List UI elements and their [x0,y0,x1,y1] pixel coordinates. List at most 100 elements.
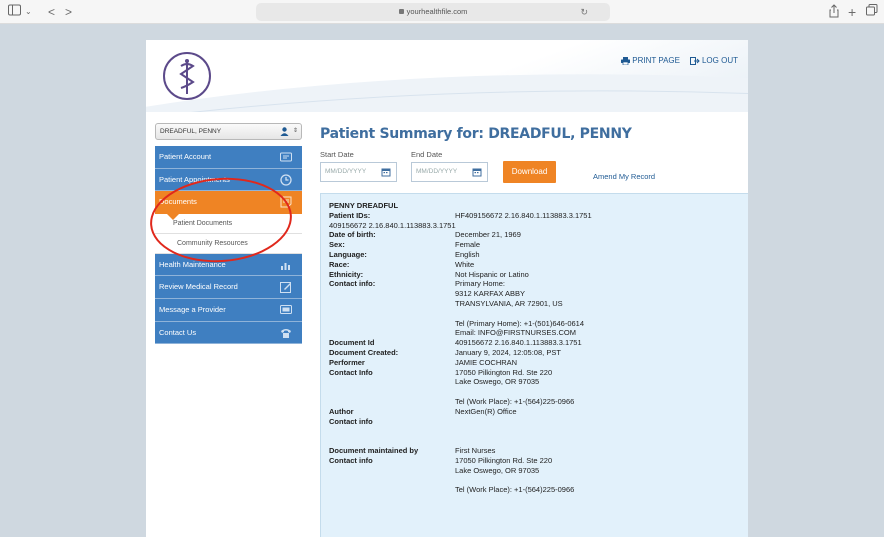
performer-label: Performer [329,357,365,367]
sex-label: Sex: [329,240,345,250]
page-title: Patient Summary for: DREADFUL, PENNY [320,126,632,142]
sidebar-item-label: Message a Provider [159,304,226,314]
maintained-contact-label: Contact info [329,455,373,465]
person-icon [280,127,289,142]
patient-summary-panel: PENNY DREADFUL Patient IDs: HF409156672 2… [320,193,748,537]
dob-value: December 21, 1969 [455,230,521,240]
author-value: NextGen(R) Office [455,406,517,416]
sidebar-item-health-maintenance[interactable]: Health Maintenance [155,253,302,277]
dob-label: Date of birth: [329,230,376,240]
phone-icon [281,328,291,338]
log-out-link[interactable]: LOG OUT [689,56,738,65]
language-label: Language: [329,249,367,259]
contact-line: 9312 KARFAX ABBY [455,289,526,299]
end-date-label: End Date [411,150,443,159]
forward-icon[interactable]: > [65,4,72,20]
calendar-icon[interactable] [381,167,391,177]
caduceus-logo-icon [163,52,211,100]
document-created-value: January 9, 2024, 12:05:08, PST [455,347,561,357]
reload-icon[interactable]: ↻ [580,3,588,21]
sidebar-item-label: Health Maintenance [159,259,226,269]
contact-info-label: Contact info: [329,279,376,289]
edit-icon [280,282,291,294]
monitor-icon [280,304,292,314]
url-text: yourhealthfile.com [406,7,468,16]
download-button[interactable]: Download [503,161,556,183]
browser-toolbar: ⌄ < > yourhealthfile.com ↻ + [0,0,884,24]
sidebar-item-review-medical-record[interactable]: Review Medical Record [155,276,302,299]
ethnicity-value: Not Hispanic or Latino [455,269,529,279]
document-id-value: 409156672 2.16.840.1.113883.3.1751 [455,338,582,348]
sidebar-nav: Patient Account Patient Appointments Doc… [155,146,302,345]
header-banner: PRINT PAGE LOG OUT [146,40,748,112]
clock-icon [280,173,292,186]
race-label: Race: [329,259,350,269]
start-date-placeholder: MM/DD/YYYY [325,168,367,175]
performer-contact-line: Lake Oswego, OR 97035 [455,377,540,387]
header-links: PRINT PAGE LOG OUT [621,56,738,65]
bar-chart-icon [281,262,290,270]
calendar-icon[interactable] [472,167,482,177]
printer-icon [621,56,631,65]
sidebar-item-label: Contact Us [159,327,197,337]
maintained-by-value: First Nurses [455,445,496,455]
patient-ids-continued: 409156672 2.16.840.1.113883.3.1751 [329,220,456,230]
select-arrow-icon: ⇕ [292,128,298,134]
performer-tel: Tel (Work Place): +1-(564)225-0966 [455,396,575,406]
contact-line: Primary Home: [455,279,506,289]
contact-tel: Tel (Primary Home): +1-(501)646-0614 [455,318,585,328]
page-container: PRINT PAGE LOG OUT DREADFUL, PENNY ⇕ Pat… [146,40,748,537]
address-bar[interactable]: yourhealthfile.com ↻ [256,3,610,21]
document-id-label: Document Id [329,338,375,348]
maintained-tel: Tel (Work Place): +1-(564)225-0966 [455,485,575,495]
sidebar-subitem-community-resources[interactable]: Community Resources [155,233,302,254]
patient-ids-label: Patient IDs: [329,210,371,220]
author-label: Author [329,406,354,416]
amend-my-record-link[interactable]: Amend My Record [593,172,655,181]
sidebar-item-label: Patient Account [159,152,212,161]
share-icon[interactable] [829,4,839,20]
sidebar-item-label: Documents [159,197,197,207]
sidebar-item-contact-us[interactable]: Contact Us [155,321,302,345]
patient-select-value: DREADFUL, PENNY [160,128,222,135]
sidebar-item-label: Patient Appointments [159,174,230,184]
patient-ids-value: HF409156672 2.16.840.1.113883.3.1751 [455,210,592,220]
patient-select[interactable]: DREADFUL, PENNY ⇕ [155,123,302,140]
maintained-contact-line: 17050 Pilkington Rd. Ste 220 [455,455,553,465]
language-value: English [455,249,480,259]
document-icon [280,196,292,208]
tabs-overview-icon[interactable] [866,4,878,20]
race-value: White [455,259,475,269]
contact-line: TRANSYLVANIA, AR 72901, US [455,298,563,308]
performer-value: JAMIE COCHRAN [455,357,518,367]
sidebar-toggle-icon[interactable] [8,4,22,20]
sidebar-item-label: Review Medical Record [159,282,238,292]
print-page-link[interactable]: PRINT PAGE [621,56,680,65]
patient-name: PENNY DREADFUL [329,201,399,210]
sidebar-item-patient-appointments[interactable]: Patient Appointments [155,168,302,192]
lock-icon [398,9,404,14]
logout-icon [689,56,700,65]
start-date-input[interactable]: MM/DD/YYYY [320,162,397,182]
start-date-label: Start Date [320,150,354,159]
maintained-contact-line: Lake Oswego, OR 97035 [455,465,540,475]
performer-contact-label: Contact Info [329,367,373,377]
end-date-input[interactable]: MM/DD/YYYY [411,162,488,182]
ethnicity-label: Ethnicity: [329,269,364,279]
chevron-down-icon[interactable]: ⌄ [25,4,32,20]
end-date-placeholder: MM/DD/YYYY [416,168,458,175]
sidebar-item-documents[interactable]: Documents [155,191,302,220]
log-out-label: LOG OUT [701,56,738,65]
sidebar-item-patient-account[interactable]: Patient Account [155,146,302,169]
document-created-label: Document Created: [329,347,399,357]
id-card-icon [280,152,292,162]
sex-value: Female [455,240,481,250]
performer-contact-line: 17050 Pilkington Rd. Ste 220 [455,367,553,377]
sidebar-item-message-a-provider[interactable]: Message a Provider [155,298,302,322]
print-page-label: PRINT PAGE [632,56,680,65]
new-tab-icon[interactable]: + [848,4,856,20]
contact-email: Email: INFO@FIRSTNURSES.COM [455,328,576,338]
maintained-by-label: Document maintained by [329,445,419,455]
author-contact-label: Contact info [329,416,373,426]
back-icon[interactable]: < [48,4,55,20]
